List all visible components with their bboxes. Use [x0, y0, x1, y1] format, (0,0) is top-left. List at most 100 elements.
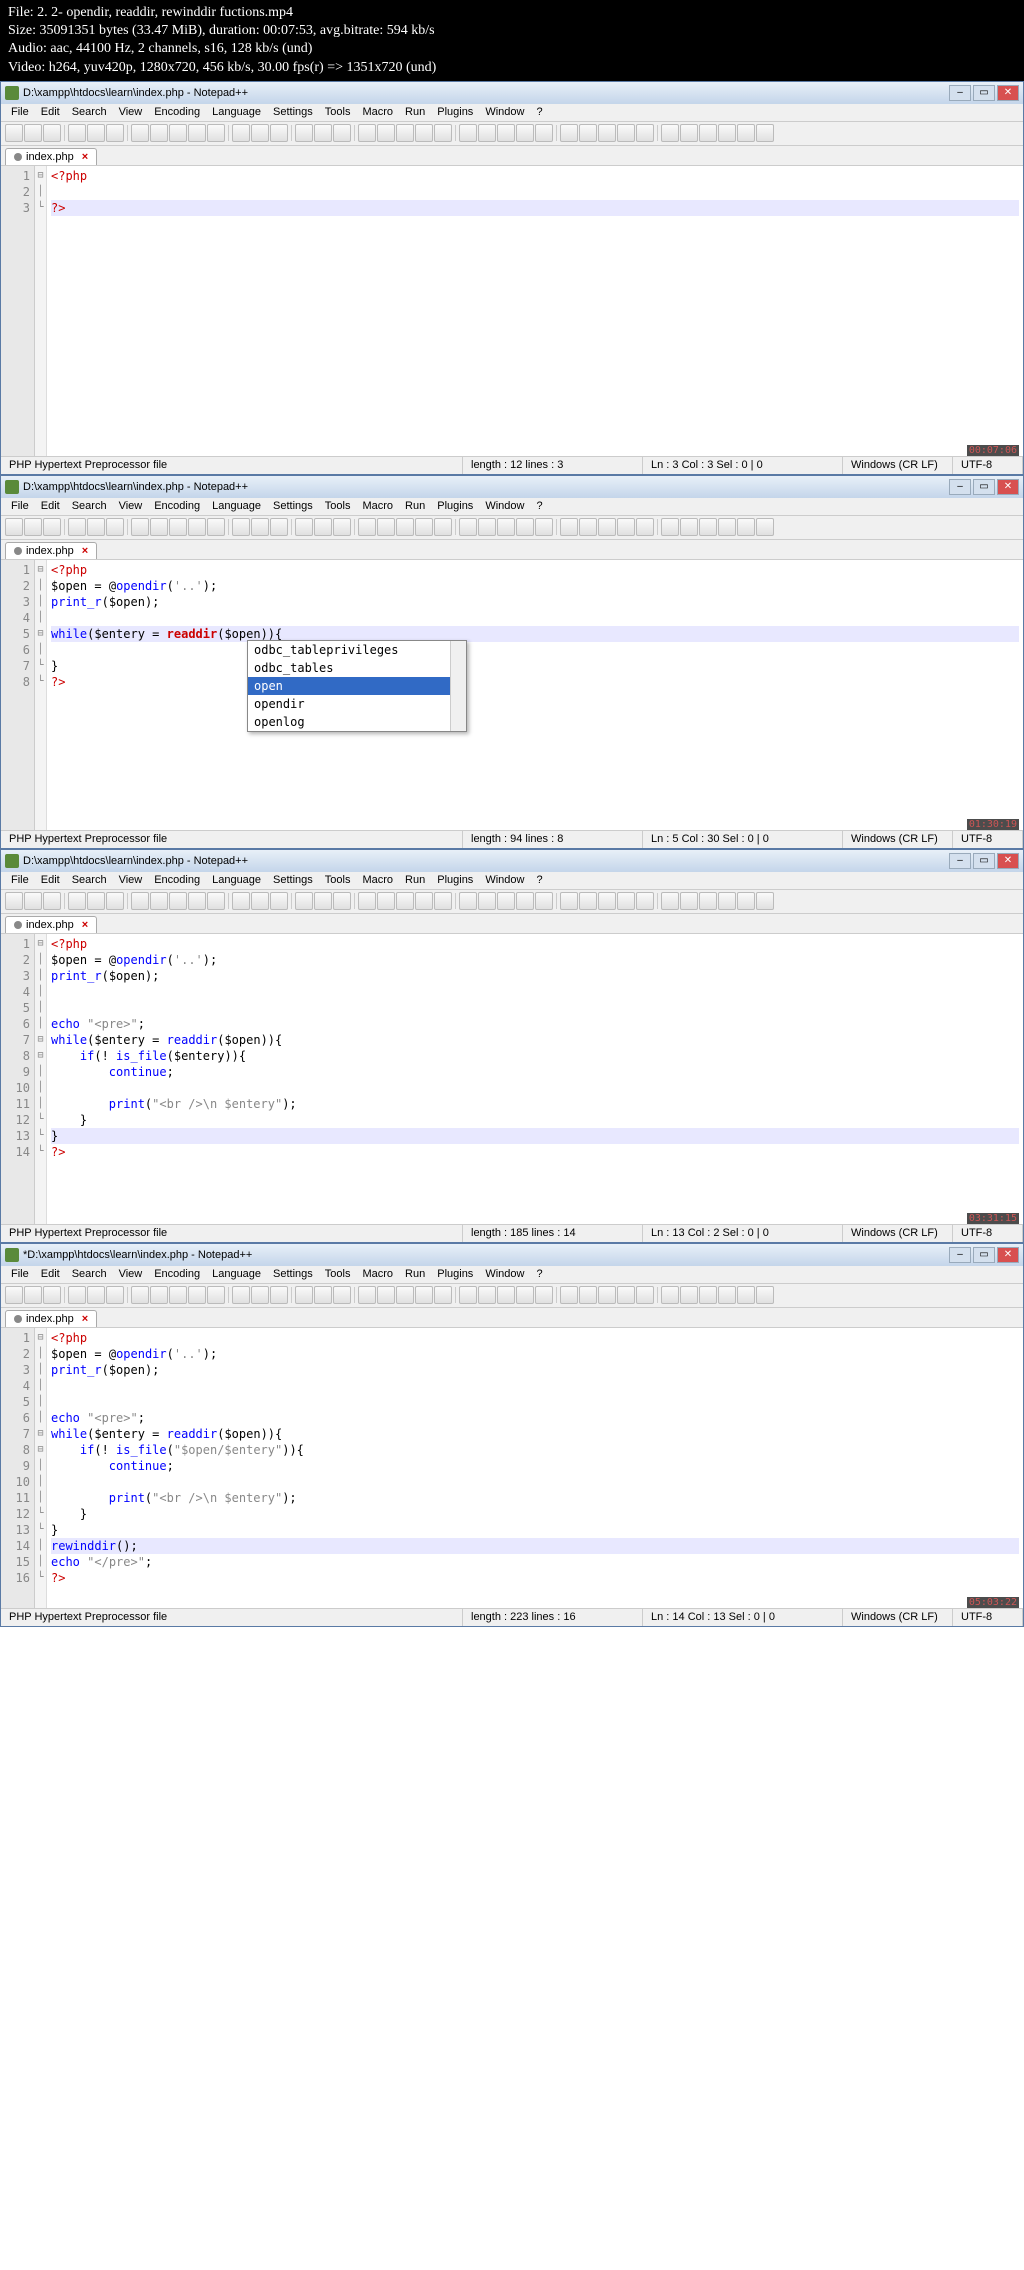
toolbar-button[interactable] [699, 892, 717, 910]
code-editor[interactable]: 1234567891011121314⊟│││││⊟⊟│││└└└<?php$o… [1, 934, 1023, 1224]
code-line[interactable]: rewinddir(); [51, 1538, 1019, 1554]
autocomplete-item[interactable]: open [248, 677, 466, 695]
toolbar-button[interactable] [377, 1286, 395, 1304]
maximize-button[interactable]: ▭ [973, 1247, 995, 1263]
code-line[interactable] [51, 1378, 1019, 1394]
code-line[interactable]: print("<br />\n $entery"); [51, 1096, 1019, 1112]
code-line[interactable]: while($entery = readdir($open)){ [51, 626, 1019, 642]
toolbar-button[interactable] [188, 892, 206, 910]
toolbar-button[interactable] [478, 124, 496, 142]
toolbar-button[interactable] [579, 1286, 597, 1304]
code-line[interactable]: while($entery = readdir($open)){ [51, 1032, 1019, 1048]
menu-item[interactable]: Run [399, 1268, 431, 1280]
toolbar-button[interactable] [188, 518, 206, 536]
toolbar-button[interactable] [636, 1286, 654, 1304]
toolbar-button[interactable] [396, 892, 414, 910]
toolbar-button[interactable] [617, 518, 635, 536]
toolbar-button[interactable] [68, 1286, 86, 1304]
menu-item[interactable]: Encoding [148, 106, 206, 118]
toolbar-button[interactable] [207, 124, 225, 142]
code-line[interactable]: echo "</pre>"; [51, 1554, 1019, 1570]
toolbar-button[interactable] [434, 518, 452, 536]
toolbar-button[interactable] [478, 518, 496, 536]
toolbar-button[interactable] [295, 892, 313, 910]
toolbar-button[interactable] [680, 518, 698, 536]
menu-item[interactable]: Edit [35, 874, 66, 886]
toolbar-button[interactable] [251, 1286, 269, 1304]
toolbar-button[interactable] [579, 892, 597, 910]
toolbar-button[interactable] [598, 1286, 616, 1304]
toolbar-button[interactable] [87, 1286, 105, 1304]
menu-item[interactable]: Search [66, 1268, 113, 1280]
menu-item[interactable]: Edit [35, 1268, 66, 1280]
code-line[interactable]: while($entery = readdir($open)){ [51, 1426, 1019, 1442]
menu-item[interactable]: Plugins [431, 500, 479, 512]
menu-item[interactable]: Macro [356, 874, 399, 886]
menu-item[interactable]: Language [206, 874, 267, 886]
toolbar-button[interactable] [68, 518, 86, 536]
toolbar-button[interactable] [333, 892, 351, 910]
toolbar-button[interactable] [24, 518, 42, 536]
menu-item[interactable]: Search [66, 874, 113, 886]
maximize-button[interactable]: ▭ [973, 853, 995, 869]
toolbar-button[interactable] [169, 124, 187, 142]
toolbar-button[interactable] [232, 124, 250, 142]
menu-item[interactable]: Window [479, 874, 530, 886]
tab-close-icon[interactable]: × [82, 1313, 88, 1325]
toolbar-button[interactable] [737, 518, 755, 536]
code-line[interactable] [51, 184, 1019, 200]
toolbar-button[interactable] [314, 892, 332, 910]
toolbar-button[interactable] [150, 518, 168, 536]
toolbar-button[interactable] [43, 1286, 61, 1304]
toolbar-button[interactable] [314, 518, 332, 536]
tab-close-icon[interactable]: × [82, 151, 88, 163]
toolbar-button[interactable] [169, 1286, 187, 1304]
toolbar-button[interactable] [106, 892, 124, 910]
toolbar-button[interactable] [756, 892, 774, 910]
toolbar-button[interactable] [459, 892, 477, 910]
file-tab[interactable]: index.php × [5, 542, 97, 559]
code-area[interactable]: <?php$open = @opendir('..');print_r($ope… [47, 560, 1023, 830]
menu-item[interactable]: View [113, 1268, 149, 1280]
toolbar-button[interactable] [718, 518, 736, 536]
code-line[interactable]: print("<br />\n $entery"); [51, 1490, 1019, 1506]
close-button[interactable]: ✕ [997, 479, 1019, 495]
toolbar-button[interactable] [24, 124, 42, 142]
toolbar-button[interactable] [295, 124, 313, 142]
tab-close-icon[interactable]: × [82, 919, 88, 931]
menu-item[interactable]: Settings [267, 106, 319, 118]
toolbar-button[interactable] [5, 1286, 23, 1304]
code-line[interactable]: } [51, 658, 1019, 674]
autocomplete-item[interactable]: opendir [248, 695, 466, 713]
toolbar-button[interactable] [150, 1286, 168, 1304]
toolbar-button[interactable] [699, 1286, 717, 1304]
window-titlebar[interactable]: D:\xampp\htdocs\learn\index.php - Notepa… [1, 476, 1023, 498]
toolbar-button[interactable] [43, 518, 61, 536]
window-titlebar[interactable]: D:\xampp\htdocs\learn\index.php - Notepa… [1, 850, 1023, 872]
menu-item[interactable]: Encoding [148, 874, 206, 886]
toolbar-button[interactable] [270, 1286, 288, 1304]
toolbar-button[interactable] [5, 518, 23, 536]
menu-item[interactable]: Tools [319, 1268, 357, 1280]
toolbar-button[interactable] [24, 1286, 42, 1304]
code-line[interactable]: } [51, 1506, 1019, 1522]
code-area[interactable]: <?php?> [47, 166, 1023, 456]
code-line[interactable]: $open = @opendir('..'); [51, 1346, 1019, 1362]
toolbar-button[interactable] [314, 124, 332, 142]
toolbar-button[interactable] [106, 1286, 124, 1304]
toolbar-button[interactable] [5, 124, 23, 142]
toolbar-button[interactable] [68, 124, 86, 142]
code-line[interactable]: continue; [51, 1458, 1019, 1474]
close-button[interactable]: ✕ [997, 853, 1019, 869]
menu-item[interactable]: Window [479, 500, 530, 512]
menu-item[interactable]: File [5, 106, 35, 118]
toolbar-button[interactable] [150, 124, 168, 142]
close-button[interactable]: ✕ [997, 1247, 1019, 1263]
menu-item[interactable]: View [113, 874, 149, 886]
toolbar-button[interactable] [560, 518, 578, 536]
toolbar-button[interactable] [497, 892, 515, 910]
toolbar-button[interactable] [150, 892, 168, 910]
toolbar-button[interactable] [358, 518, 376, 536]
toolbar-button[interactable] [377, 124, 395, 142]
toolbar-button[interactable] [718, 1286, 736, 1304]
